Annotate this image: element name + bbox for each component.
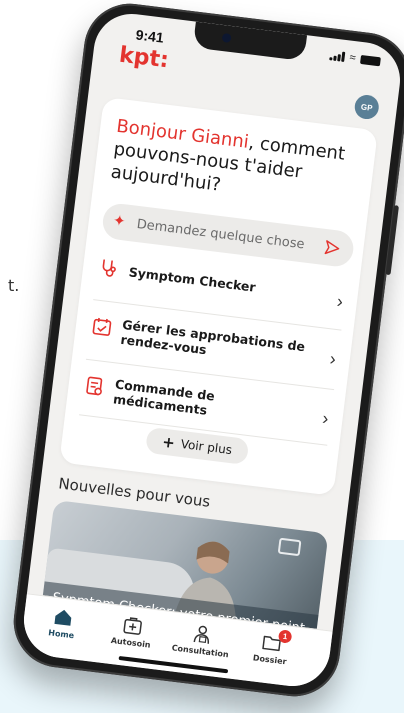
wifi-icon: ≈ [348, 51, 357, 65]
avatar[interactable]: GP [353, 93, 381, 121]
tab-label: Consultation [171, 643, 230, 660]
camera-dot [221, 32, 232, 43]
stethoscope-icon [102, 259, 116, 277]
sparkle-icon: ✦ [112, 212, 127, 231]
tab-consultation[interactable]: Consultation [167, 620, 236, 660]
see-more-label: Voir plus [180, 436, 233, 458]
notification-badge: 1 [277, 629, 293, 644]
tab-label: Dossier [252, 653, 287, 667]
app-logo: kpt: [117, 42, 171, 74]
send-icon[interactable] [322, 238, 342, 258]
status-icons: ≈ [329, 50, 381, 66]
phone-mockup: 9:41 ≈ kpt: GP Bonjour Gianni, comment p… [8, 0, 404, 702]
chevron-right-icon: › [328, 348, 338, 370]
calendar-check-icon [92, 317, 112, 336]
prescription-icon [86, 376, 103, 396]
home-icon [54, 609, 72, 626]
background-text-fragment: t. [8, 276, 20, 295]
first-aid-icon [123, 617, 142, 635]
plus-icon: + [161, 432, 176, 453]
ask-input[interactable] [135, 213, 319, 257]
assistant-card: Bonjour Gianni, comment pouvons-nous t'a… [59, 96, 378, 496]
menu-item-label: Symptom Checker [127, 264, 257, 295]
chevron-right-icon: › [335, 290, 345, 312]
greeting-text: Bonjour Gianni, comment pouvons-nous t'a… [110, 115, 363, 213]
tab-label: Home [47, 628, 75, 641]
tab-dossier[interactable]: 1 Dossier [236, 629, 305, 669]
tab-home[interactable]: Home [28, 603, 97, 643]
battery-icon [360, 54, 381, 66]
menu-item-medication-order[interactable]: Commande de médicaments › [75, 368, 336, 443]
status-time: 9:41 [134, 26, 165, 46]
tab-label: Autosoin [110, 635, 152, 650]
chevron-right-icon: › [321, 408, 330, 429]
signal-icon [329, 50, 346, 62]
menu-item-label: Gérer les approbations de rendez-vous [119, 316, 306, 358]
doctor-icon [193, 625, 210, 644]
expand-icon [277, 537, 302, 557]
tab-autosoin[interactable]: Autosoin [97, 611, 166, 651]
